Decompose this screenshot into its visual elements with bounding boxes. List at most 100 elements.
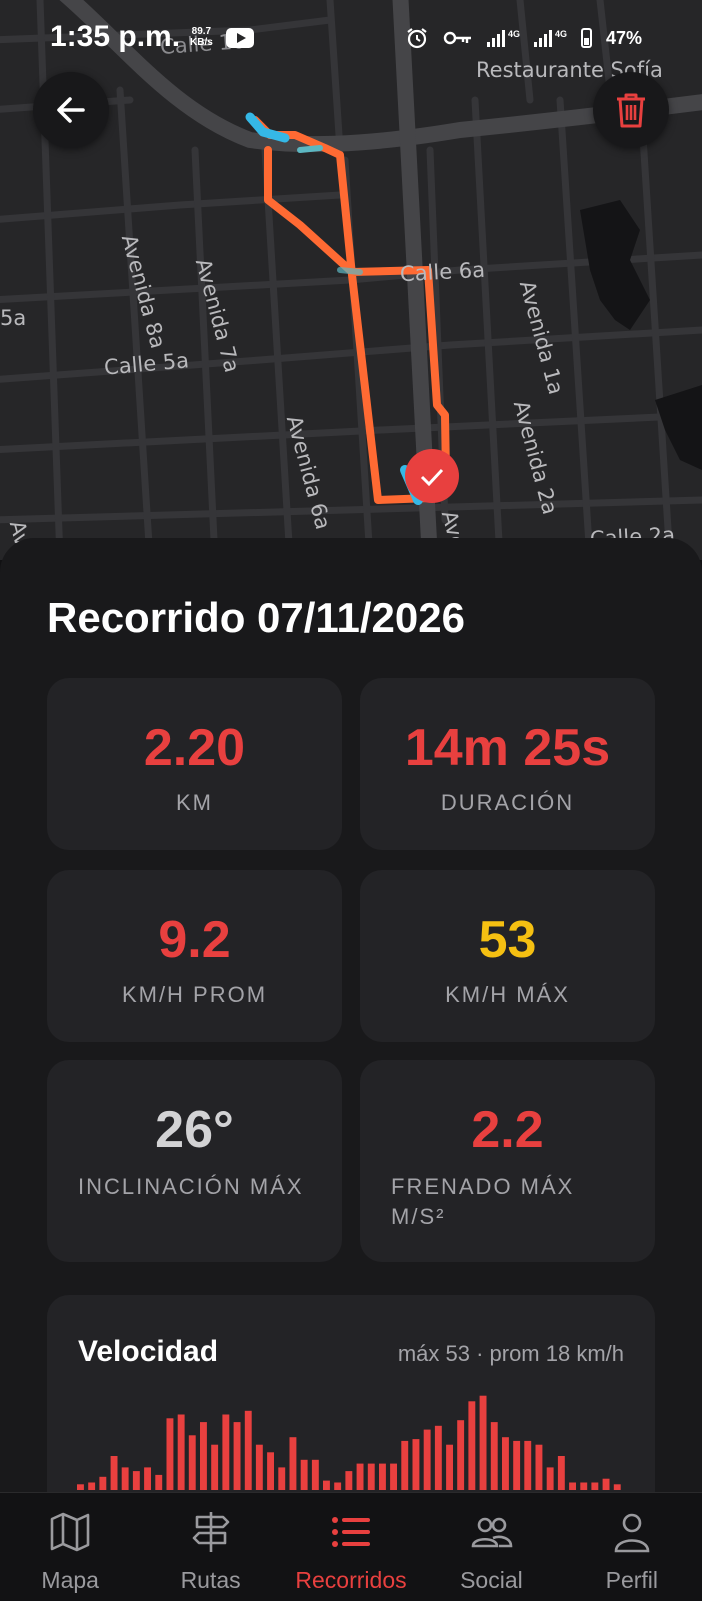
map-icon [50,1512,90,1552]
speed-bar [334,1482,342,1490]
alarm-icon [407,28,427,49]
speed-bar [602,1478,610,1490]
speed-bar [580,1482,588,1490]
speed-bar [557,1456,565,1490]
signpost-icon [192,1512,229,1552]
stat-card-max-lean: 26° INCLINACIÓN MÁX [47,1060,342,1262]
nav-item-social[interactable]: Social [421,1493,561,1601]
status-icons: 4G 4G 47% [405,26,642,50]
nav-label: Recorridos [295,1567,407,1593]
battery-percent: 47% [605,27,642,48]
map-label-calle-6a: Calle 6a [399,257,486,287]
speed-bar [255,1444,263,1490]
speed-bar [88,1482,96,1490]
stat-card-avg-speed: 9.2 KM/H PROM [47,870,342,1042]
nav-label: Mapa [41,1567,99,1593]
speed-bar [423,1429,431,1490]
speed-bar [200,1422,207,1490]
speed-bar [144,1467,151,1490]
speed-bar [99,1476,107,1490]
speed-bar [479,1395,487,1490]
stat-label: FRENADO MÁX M/S² [391,1174,575,1229]
speed-bar [446,1444,453,1490]
nav-item-rutas[interactable]: Rutas [140,1493,280,1601]
speed-bar [300,1459,308,1490]
stat-value: 2.2 [471,1101,544,1159]
nav-item-recorridos[interactable]: Recorridos [281,1493,421,1601]
speed-bar [535,1444,543,1490]
speed-bar [267,1452,274,1490]
end-marker[interactable] [405,449,459,503]
speed-bar [222,1414,230,1490]
bottom-nav: Mapa Rutas Recorridos Social Perfil [0,1492,702,1601]
stat-label: INCLINACIÓN MÁX [78,1174,304,1199]
speed-bar [166,1418,174,1490]
network-type-2: 4G [554,29,567,39]
speed-bar [323,1480,330,1490]
speed-bar [278,1467,286,1490]
status-time: 1:35 p.m. [50,20,181,53]
stat-card-distance: 2.20 KM [47,678,342,850]
nav-label: Social [460,1567,523,1593]
speed-bar [390,1463,397,1490]
network-type-1: 4G [507,29,520,39]
stat-label: KM/H MÁX [445,982,570,1007]
back-button[interactable] [33,72,109,148]
speed-bar [434,1425,442,1490]
net-speed: 89.7 KB/s [190,26,213,48]
speed-bar [546,1467,554,1490]
nav-item-mapa[interactable]: Mapa [0,1493,140,1601]
map-streets [0,0,702,560]
vpn-key-icon [443,31,471,45]
arrow-left-icon [57,97,85,123]
trip-details-sheet[interactable]: Recorrido 07/11/2026 2.20 KM 14m 25s DUR… [0,538,702,1600]
trip-title: Recorrido 07/11/2026 [47,594,465,641]
speed-bar [490,1422,498,1490]
nav-label: Perfil [605,1567,659,1593]
trash-icon [617,93,645,128]
nav-label: Rutas [180,1567,241,1593]
delete-button[interactable] [593,72,669,148]
speed-bar [367,1463,375,1490]
people-icon [472,1517,513,1548]
speed-bar [155,1474,163,1490]
status-bar: 1:35 p.m. 89.7 KB/s 4G 4G 47% [0,0,702,80]
speed-bar [379,1463,386,1490]
speed-bar [110,1456,118,1490]
speed-bar [177,1414,185,1490]
speed-bar [513,1440,521,1490]
youtube-icon [226,28,254,48]
stat-label: KM/H PROM [121,982,268,1007]
nav-item-perfil[interactable]: Perfil [562,1493,702,1601]
stat-value: 9.2 [158,911,231,969]
stat-label: DURACIÓN [440,790,575,815]
person-icon [614,1513,650,1553]
stat-label: KM [176,790,213,815]
speed-bar [356,1463,364,1490]
speed-bar [524,1440,532,1490]
stat-value: 14m 25s [404,719,611,777]
speed-bar [211,1444,219,1490]
speed-bar [132,1471,140,1490]
speed-bar [569,1482,576,1490]
stat-value: 26° [155,1101,234,1159]
map-label-edge-left: 5a [0,306,27,330]
speed-bar [613,1484,621,1490]
speed-bar [289,1437,297,1490]
speed-bar [591,1482,599,1490]
speed-bar [244,1410,252,1490]
stat-value: 53 [478,911,537,969]
speed-bar [345,1471,353,1490]
speed-bar [468,1401,476,1490]
speed-bar [233,1422,241,1490]
route-map[interactable]: Restaurante Sofía Calle 10 Calle 6a Call… [0,0,702,560]
net-speed-value: 89.7 [191,26,212,37]
stat-card-duration: 14m 25s DURACIÓN [360,678,655,850]
stat-value: 2.20 [143,719,246,777]
signal-1-icon: 4G [486,29,520,47]
net-speed-unit: KB/s [190,37,213,48]
signal-2-icon: 4G [533,29,567,47]
speed-bar [502,1437,509,1490]
speed-bar [457,1420,465,1490]
stat-card-max-braking: 2.2 FRENADO MÁX M/S² [360,1060,655,1262]
